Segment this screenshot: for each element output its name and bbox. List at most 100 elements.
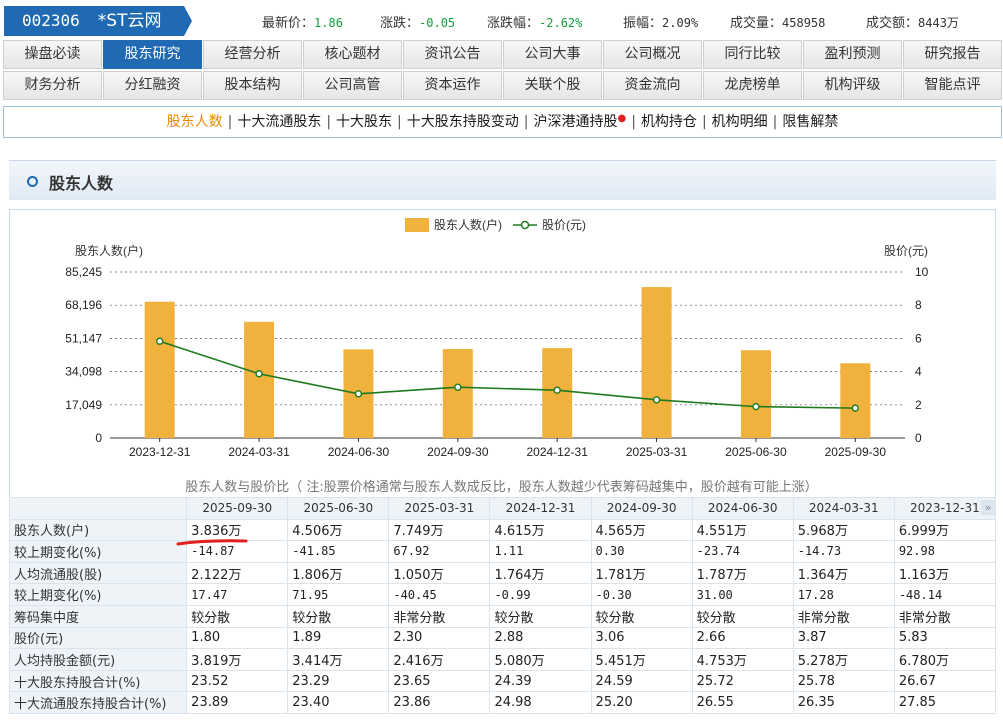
table-header-date: 2025-09-30 bbox=[186, 497, 289, 520]
table-row: 较上期变化(%) -14.87 -41.85 67.92 1.11 0.30 -23.74-… bbox=[8, 540, 997, 563]
table-header-date: 2024-12-31 bbox=[489, 497, 592, 520]
table-cell: -40.45 bbox=[388, 583, 491, 606]
tab-股东研究[interactable]: 股东研究 bbox=[103, 40, 202, 69]
tab-资金流向[interactable]: 资金流向 bbox=[603, 71, 702, 100]
shareholder-chart: 股东人数(户) 股价(元) 股东人数(户) 股价(元) 0 17,049 34,098 51,… bbox=[65, 217, 928, 459]
table-row: 十大流通股东持股合计(%) 23.89 23.40 23.86 24.98 25.20 26… bbox=[8, 691, 997, 714]
subnav-item[interactable]: 限售解禁 bbox=[782, 114, 838, 130]
table-cell: 25.72 bbox=[691, 669, 794, 693]
quote-label: 最新价： bbox=[262, 16, 315, 31]
subnav-item[interactable]: 机构持仓 bbox=[641, 114, 697, 130]
tab-龙虎榜单[interactable]: 龙虎榜单 bbox=[703, 71, 802, 100]
table-cell: 0.30 bbox=[590, 540, 693, 563]
quote-value: 2.09% bbox=[662, 16, 699, 30]
table-cell: 较分散 bbox=[691, 604, 794, 628]
stock-code: 002306 bbox=[22, 11, 80, 30]
table-cell: 2.30 bbox=[388, 626, 491, 650]
tab-研究报告[interactable]: 研究报告 bbox=[903, 40, 1002, 69]
chart-caption: 股东人数与股价比（ 注:股票价格通常与股东人数成反比，股东人数越少代表筹码越集中… bbox=[185, 480, 818, 495]
y2-tick-label: 4 bbox=[915, 365, 922, 379]
tab-关联个股[interactable]: 关联个股 bbox=[503, 71, 602, 100]
price-point bbox=[454, 383, 462, 391]
table-cell: 6.780万 bbox=[893, 648, 997, 671]
table-header-date: 2025-06-30 bbox=[287, 497, 390, 520]
table-cell: 92.98 bbox=[893, 540, 997, 563]
table-cell: -23.74 bbox=[691, 540, 794, 563]
subnav-item[interactable]: 沪深港通持股 bbox=[533, 114, 617, 130]
legend-bar-swatch bbox=[405, 218, 429, 232]
tab-经营分析[interactable]: 经营分析 bbox=[203, 40, 302, 69]
tab-核心题材[interactable]: 核心题材 bbox=[303, 40, 402, 69]
x-tick-label: 2023-12-31 bbox=[129, 445, 191, 459]
row-label: 较上期变化(%) bbox=[8, 583, 188, 606]
table-cell: 1.764万 bbox=[489, 561, 592, 585]
y-tick-label: 0 bbox=[95, 431, 102, 445]
table-row: 筹码集中度 较分散 较分散 非常分散 较分散 较分散 较分散 非常分散 非常分散 bbox=[8, 604, 997, 628]
y2-axis-title: 股价(元) bbox=[884, 244, 928, 258]
tab-机构评级[interactable]: 机构评级 bbox=[803, 71, 902, 100]
row-label: 人均流通股(股) bbox=[8, 561, 188, 585]
subnav-separator: | bbox=[631, 114, 636, 130]
bar bbox=[442, 349, 473, 438]
quote-item: 涨跌：-0.05 bbox=[380, 12, 455, 31]
subnav-separator: | bbox=[326, 114, 332, 130]
table-row: 股价(元) 1.80 1.89 2.30 2.88 3.06 2.66 3.87 5.83 bbox=[8, 626, 997, 650]
quote-item: 成交额：8443万 bbox=[866, 12, 959, 31]
y-tick-label: 34,098 bbox=[65, 365, 102, 379]
price-point bbox=[155, 337, 164, 345]
table-cell: 23.40 bbox=[287, 691, 390, 714]
table-cell: 17.47 bbox=[186, 583, 289, 606]
scroll-right-icon[interactable]: » bbox=[981, 500, 995, 515]
tab-股本结构[interactable]: 股本结构 bbox=[203, 71, 302, 100]
tab-盈利预测[interactable]: 盈利预测 bbox=[803, 40, 902, 69]
table-cell: 23.89 bbox=[186, 691, 289, 714]
subnav-separator: | bbox=[227, 114, 233, 130]
subnav-separator: | bbox=[397, 114, 402, 130]
table-cell: 24.98 bbox=[489, 691, 592, 714]
legend-label: 股价(元) bbox=[542, 218, 586, 232]
y2-tick-label: 8 bbox=[915, 298, 922, 312]
quote-label: 成交额： bbox=[866, 16, 919, 31]
row-label: 十大股东持股合计(%) bbox=[8, 669, 188, 693]
section-header: 股东人数 bbox=[9, 160, 996, 200]
subnav-item[interactable]: 机构明细 bbox=[712, 114, 768, 130]
subnav-item[interactable]: 股东人数 bbox=[167, 114, 223, 130]
tab-公司高管[interactable]: 公司高管 bbox=[303, 71, 402, 100]
tab-资讯公告[interactable]: 资讯公告 bbox=[403, 40, 502, 69]
table-header-corner bbox=[8, 497, 188, 520]
subnav-item[interactable]: 十大流通股东 bbox=[237, 114, 321, 130]
table-cell: 2.416万 bbox=[388, 648, 491, 671]
table-cell: 24.59 bbox=[590, 669, 693, 693]
table-header-date: 2024-03-31 bbox=[792, 497, 895, 520]
tab-公司大事[interactable]: 公司大事 bbox=[503, 40, 602, 69]
subnav-item[interactable]: 十大股东持股变动 bbox=[407, 114, 519, 130]
tab-操盘必读[interactable]: 操盘必读 bbox=[3, 40, 102, 69]
quote-value: -2.62% bbox=[539, 16, 583, 30]
tab-财务分析[interactable]: 财务分析 bbox=[3, 71, 102, 100]
tab-资本运作[interactable]: 资本运作 bbox=[403, 71, 502, 100]
subnav-item[interactable]: 十大股东 bbox=[336, 114, 392, 130]
table-row: 较上期变化(%) 17.47 71.95 -40.45 -0.99 -0.30 31.00 1… bbox=[8, 583, 997, 606]
main-tabs: 操盘必读 股东研究 经营分析 核心题材 资讯公告 公司大事 公司概况 同行比较 盈利预测 研究报告… bbox=[3, 40, 1003, 102]
bar bbox=[144, 301, 175, 438]
quote-label: 涨跌幅： bbox=[487, 16, 540, 31]
tab-智能点评[interactable]: 智能点评 bbox=[903, 71, 1002, 100]
y-tick-label: 68,196 bbox=[65, 298, 102, 312]
price-point bbox=[354, 390, 363, 398]
quote-item: 成交量：458958 bbox=[730, 12, 825, 31]
tab-分红融资[interactable]: 分红融资 bbox=[103, 71, 202, 100]
tab-公司概况[interactable]: 公司概况 bbox=[603, 40, 702, 69]
row-label: 股东人数(户) bbox=[8, 518, 188, 542]
tab-同行比较[interactable]: 同行比较 bbox=[703, 40, 802, 69]
table-cell: 非常分散 bbox=[388, 604, 491, 628]
table-cell: 23.86 bbox=[388, 691, 491, 714]
row-label: 股价(元) bbox=[8, 626, 188, 650]
quote-value: -0.05 bbox=[419, 16, 456, 30]
table-cell: 71.95 bbox=[287, 583, 390, 606]
table-cell: 非常分散 bbox=[893, 604, 997, 628]
quote-item: 涨跌幅：-2.62% bbox=[487, 12, 582, 31]
table-cell: 1.163万 bbox=[893, 561, 997, 585]
table-cell: 27.85 bbox=[893, 691, 997, 714]
table-row: 人均流通股(股) 2.122万 1.806万 1.050万 1.764万 1.781万 1.… bbox=[8, 561, 997, 585]
quote-item: 振幅：2.09% bbox=[623, 12, 698, 31]
